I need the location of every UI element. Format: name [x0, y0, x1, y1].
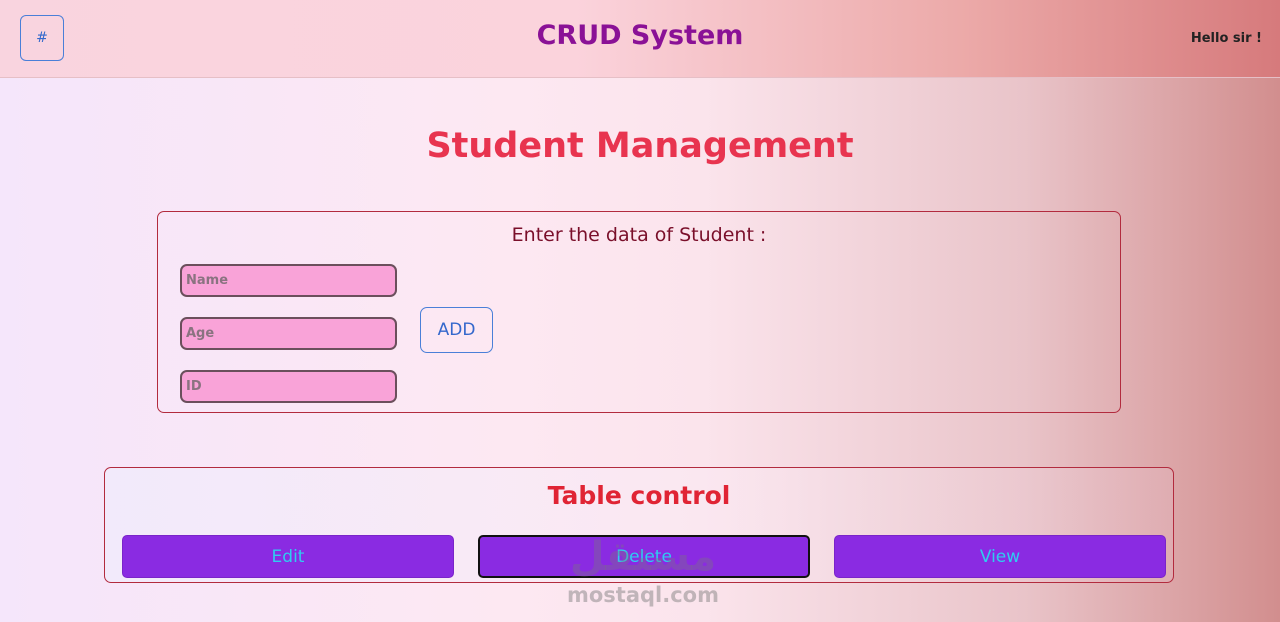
edit-button[interactable]: Edit — [122, 535, 454, 578]
greeting-text: Hello sir ! — [1190, 31, 1262, 46]
student-form-panel: Enter the data of Student : ADD — [157, 211, 1121, 413]
page-title: Student Management — [426, 126, 854, 166]
table-control-heading: Table control — [547, 481, 731, 510]
watermark-text: mostaql.com — [567, 583, 719, 607]
view-button[interactable]: View — [834, 535, 1166, 578]
name-input[interactable] — [180, 264, 397, 297]
age-input[interactable] — [180, 317, 397, 350]
delete-button[interactable]: Delete — [478, 535, 810, 578]
table-control-panel: Table control Edit Delete View — [104, 467, 1174, 583]
add-button[interactable]: ADD — [420, 307, 493, 353]
app-title: CRUD System — [536, 20, 744, 51]
form-heading: Enter the data of Student : — [511, 224, 767, 246]
top-bar: # CRUD System Hello sir ! — [0, 0, 1280, 78]
id-input[interactable] — [180, 370, 397, 403]
